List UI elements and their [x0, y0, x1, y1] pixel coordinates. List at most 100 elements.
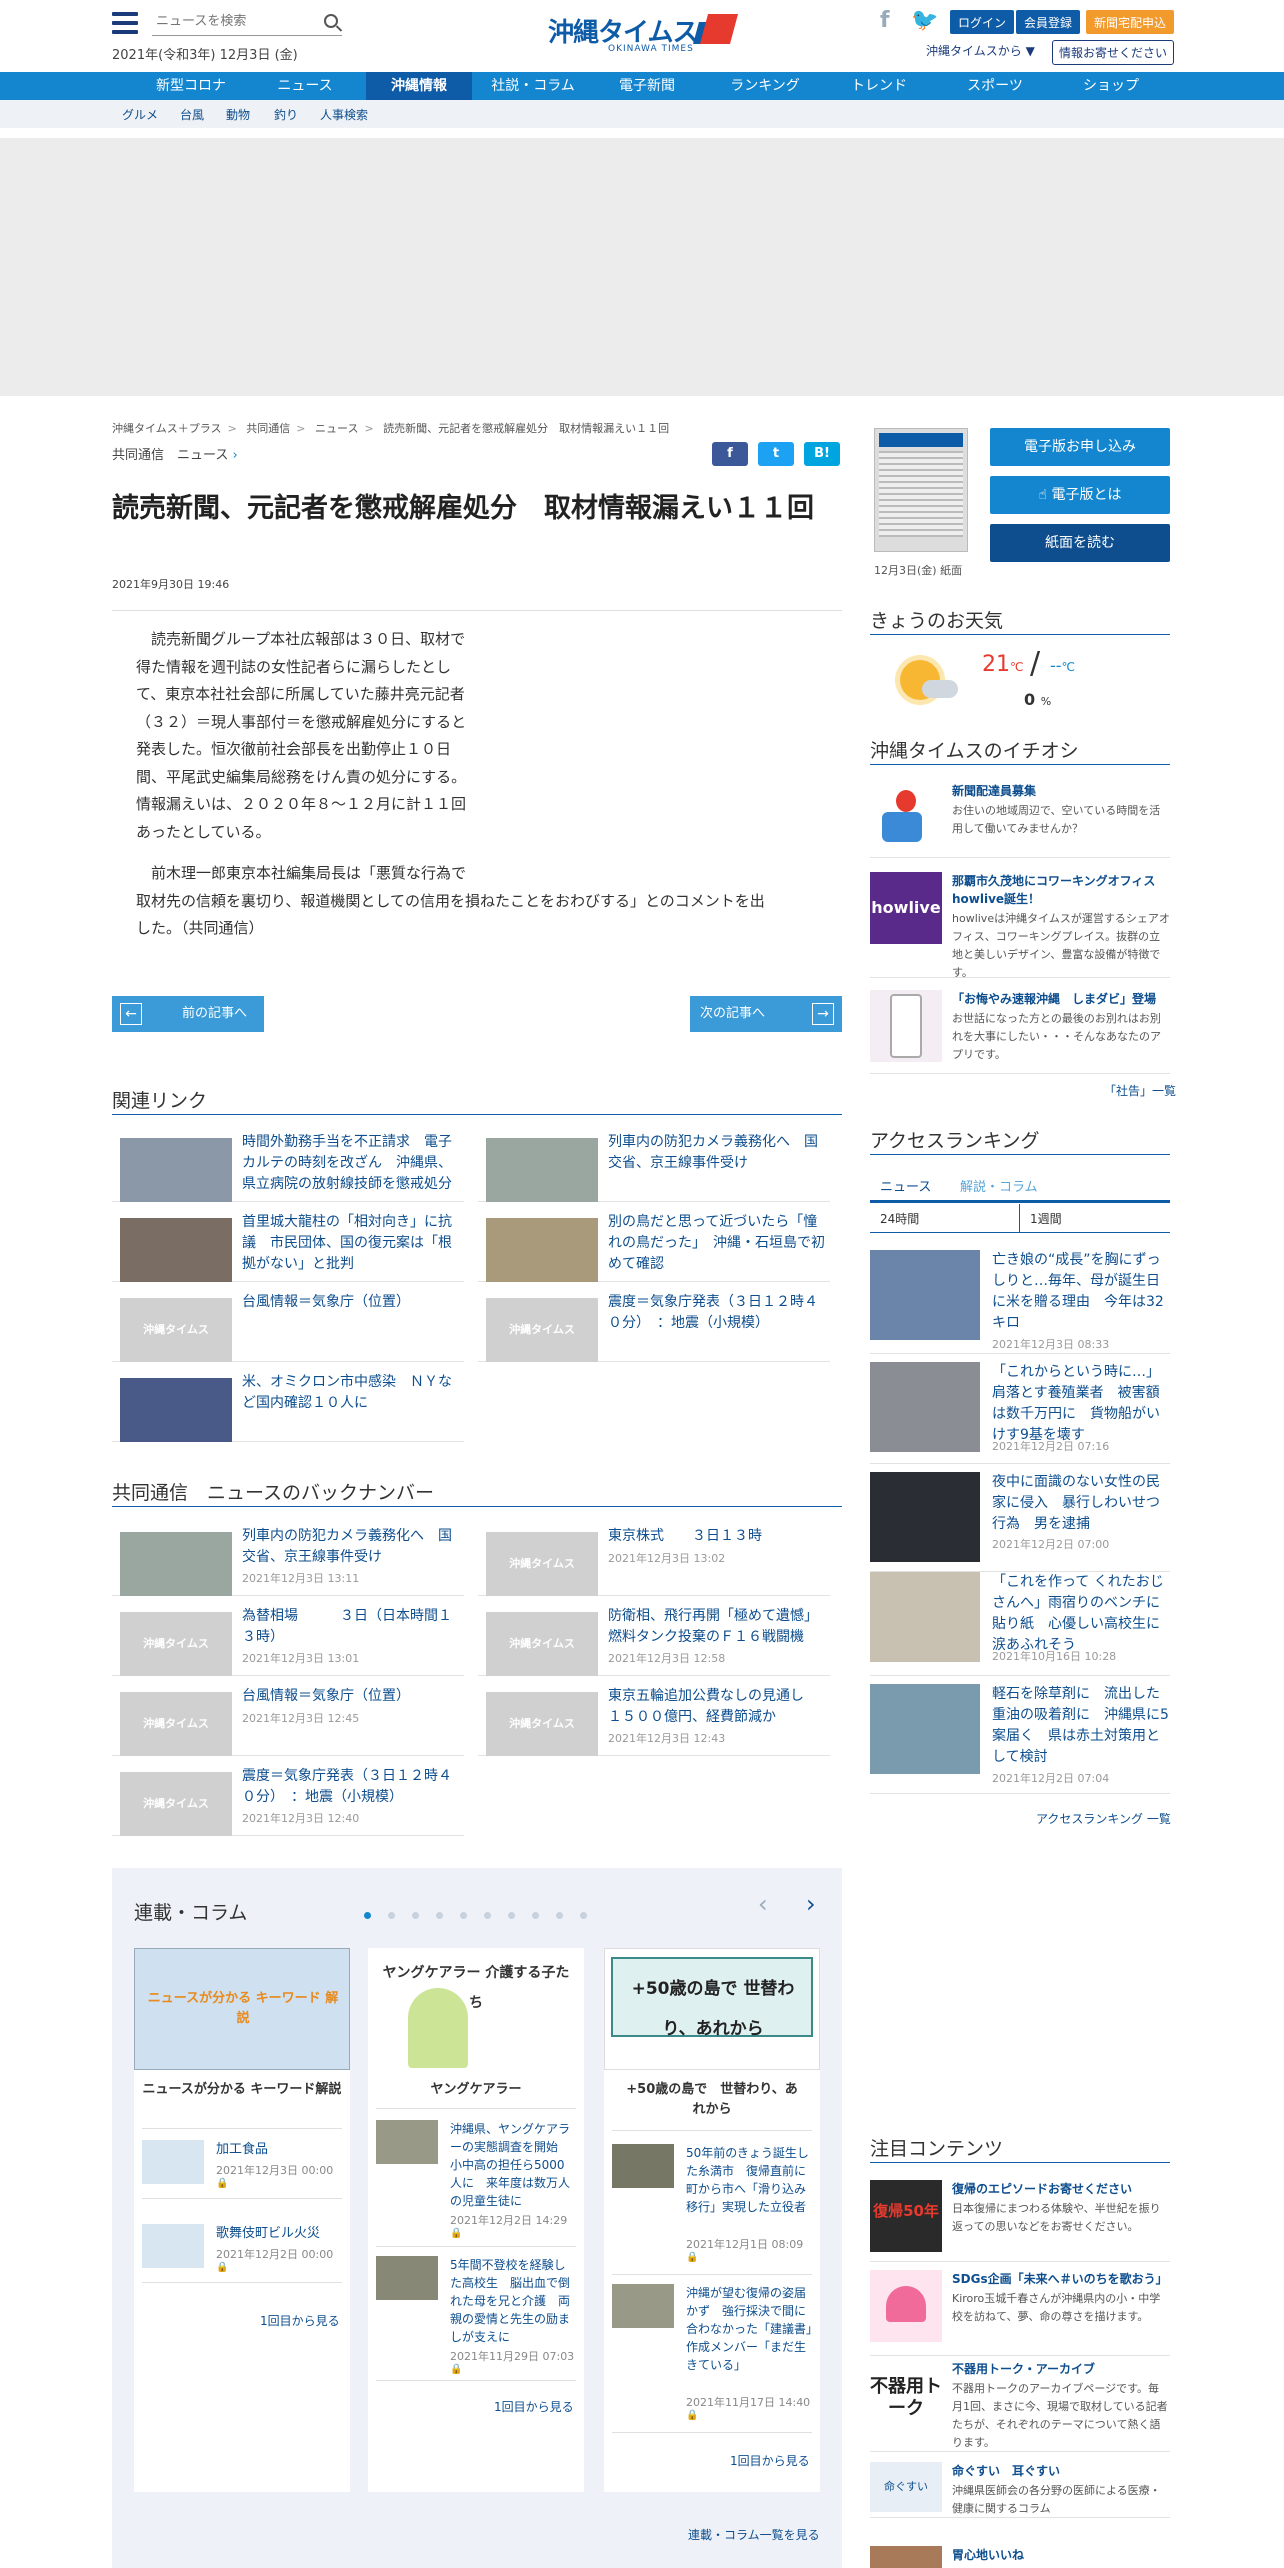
- nav-item-sports[interactable]: スポーツ: [942, 72, 1048, 100]
- tab-1week[interactable]: 1週間: [1020, 1204, 1170, 1232]
- nav-item-editorial[interactable]: 社説・コラム: [480, 72, 586, 100]
- subnav-item-gourmet[interactable]: グルメ: [122, 106, 158, 123]
- nav-item-epaper[interactable]: 電子新聞: [594, 72, 700, 100]
- related-item[interactable]: 米、オミクロン市中感染 ＮＹなど国内確認１０人に: [112, 1370, 464, 1442]
- ranking-list-link[interactable]: アクセスランキング 一覧: [1036, 1810, 1171, 1827]
- twitter-icon[interactable]: 🐦: [911, 8, 938, 33]
- twitter-share-button[interactable]: t: [758, 442, 794, 466]
- next-article-button[interactable]: 次の記事へ →: [690, 996, 842, 1032]
- pick-item[interactable]: 「お悔やみ速報沖縄 しまダビ」登場 お世話になった方との最後のお別れはお別れを大事…: [870, 990, 1170, 1074]
- series-card[interactable]: ヤングケアラー 介護する子たち ヤングケアラー 沖縄県、ヤングケアラーの実態調査…: [368, 1948, 584, 2492]
- related-item[interactable]: 首里城大龍柱の「相対向き」に抗議 市民団体、国の復元案は「根拠がない」と批判: [112, 1210, 464, 1282]
- nav-item-okinawa[interactable]: 沖縄情報: [366, 72, 472, 100]
- site-header: 2021年(令和3年) 12月3日 (金) 沖縄タイムス OKINAWA TIM…: [0, 0, 1284, 72]
- backnumber-item[interactable]: 沖縄タイムス 台風情報＝気象庁（位置） 2021年12月3日 12:45: [112, 1684, 464, 1756]
- thumbnail: [870, 2546, 942, 2568]
- carousel-dot[interactable]: [508, 1912, 515, 1919]
- backnumber-item[interactable]: 沖縄タイムス 震度＝気象庁発表（３日１２時４０分） ：地震（小規模） 2021年12…: [112, 1764, 464, 1836]
- article-category[interactable]: 共同通信 ニュース ›: [112, 444, 238, 463]
- hatena-share-button[interactable]: B!: [804, 442, 840, 466]
- ranking-title: アクセスランキング: [870, 1130, 1040, 1152]
- ranking-item[interactable]: 亡き娘の“成長”を胸にずっしりと…毎年、母が誕生日に米を贈る理由 今年は32キロ…: [870, 1250, 1170, 1354]
- site-logo[interactable]: 沖縄タイムス OKINAWA TIMES: [548, 12, 739, 58]
- series-more-link[interactable]: 1回目から見る: [494, 2398, 574, 2415]
- app-screenshot: [870, 990, 942, 1062]
- epaper-about-button[interactable]: ☝ 電子版とは: [990, 476, 1170, 514]
- delivery-button[interactable]: 新聞宅配申込: [1086, 10, 1175, 34]
- nav-item-news[interactable]: ニュース: [252, 72, 358, 100]
- thumbnail: [120, 1532, 232, 1596]
- carousel-dot[interactable]: [388, 1912, 395, 1919]
- backnumber-item[interactable]: 沖縄タイムス 為替相場 ３日（日本時間１３時） 2021年12月3日 13:01: [112, 1604, 464, 1676]
- nav-item-trend[interactable]: トレンド: [826, 72, 932, 100]
- facebook-icon[interactable]: f: [880, 8, 890, 33]
- epaper-apply-button[interactable]: 電子版お申し込み: [990, 428, 1170, 466]
- ranking-item[interactable]: 「これを作って くれたおじさんへ」雨宿りのベンチに貼り紙 心優しい高校生に涙あふ…: [870, 1572, 1170, 1676]
- related-item[interactable]: 沖縄タイムス 台風情報＝気象庁（位置）: [112, 1290, 464, 1362]
- tab-24h[interactable]: 24時間: [870, 1204, 1020, 1232]
- nav-item-ranking[interactable]: ランキング: [712, 72, 818, 100]
- series-card[interactable]: +50歳の島で 世替わり、あれから +50歳の島で 世替わり、あれから 50年前…: [604, 1948, 824, 2492]
- carousel-dot[interactable]: [364, 1912, 371, 1919]
- carousel-dot[interactable]: [460, 1912, 467, 1919]
- newspaper-thumbnail[interactable]: [874, 428, 968, 552]
- backnumber-item[interactable]: 沖縄タイムス 防衛相、飛行再開「極めて遺憾」燃料タンク投棄のＦ１６戦闘機 2021年…: [478, 1604, 830, 1676]
- nav-item-corona[interactable]: 新型コロナ: [138, 72, 244, 100]
- subnav-item-personnel[interactable]: 人事検索: [320, 106, 368, 123]
- chevron-right-icon[interactable]: ›: [806, 1890, 816, 1918]
- read-paper-button[interactable]: 紙面を読む: [990, 524, 1170, 562]
- subnav-item-animals[interactable]: 動物: [226, 106, 250, 123]
- tab-news[interactable]: ニュース: [880, 1176, 931, 1195]
- illustration: [408, 1988, 468, 2068]
- backnumber-item[interactable]: 沖縄タイムス 東京五輪追加公費なしの見通し １５００億円、経費節減か 2021年12…: [478, 1684, 830, 1756]
- featured-item[interactable]: 胃心地いいね: [870, 2546, 1170, 2568]
- featured-item[interactable]: 命ぐすい 命ぐすい 耳ぐすい 沖縄県医師会の各分野の医師による医療・健康に関するコラ…: [870, 2462, 1170, 2518]
- chevron-left-icon[interactable]: ‹: [758, 1890, 768, 1918]
- backnumber-item[interactable]: 列車内の防犯カメラ義務化へ 国交省、京王線事件受け 2021年12月3日 13:1…: [112, 1524, 464, 1596]
- login-button[interactable]: ログイン: [950, 10, 1015, 34]
- register-button[interactable]: 会員登録: [1016, 10, 1081, 34]
- carousel-dot[interactable]: [580, 1912, 587, 1919]
- related-item[interactable]: 沖縄タイムス 震度＝気象庁発表（３日１２時４０分） ：地震（小規模）: [478, 1290, 830, 1362]
- featured-item[interactable]: 不器用トーク 不器用トーク・アーカイブ 不器用トークのアーカイブページです。毎月1回…: [870, 2360, 1170, 2452]
- carousel-dot[interactable]: [556, 1912, 563, 1919]
- featured-item[interactable]: 復帰50年 復帰のエピソードお寄せください 日本復帰にまつわる体験や、半世紀を振り返…: [870, 2180, 1170, 2262]
- tab-column[interactable]: 解説・コラム: [960, 1176, 1038, 1195]
- breadcrumb-home[interactable]: 沖縄タイムス＋プラス: [112, 422, 222, 435]
- series-card[interactable]: ニュースが分かる キーワード 解説 ニュースが分かる キーワード解説 加工食品 2…: [134, 1948, 350, 2492]
- backnumber-item[interactable]: 沖縄タイムス 東京株式 ３日１３時 2021年12月3日 13:02: [478, 1524, 830, 1596]
- prev-article-button[interactable]: ← 前の記事へ: [112, 996, 264, 1032]
- breadcrumb-news[interactable]: ニュース: [315, 422, 358, 435]
- subnav-item-typhoon[interactable]: 台風: [180, 106, 204, 123]
- series-more-link[interactable]: 1回目から見る: [260, 2312, 340, 2329]
- pick-item[interactable]: 新聞配達員募集 お住いの地域周辺で、空いている時間を活用して働いてみませんか？: [870, 782, 1170, 858]
- related-item[interactable]: 別の鳥だと思って近づいたら「憧れの鳥だった」 沖縄・石垣島で初めて確認: [478, 1210, 830, 1282]
- pick-item[interactable]: howlive 那覇市久茂地にコワーキングオフィスhowlive誕生！ howliv…: [870, 872, 1170, 979]
- carousel-dot[interactable]: [436, 1912, 443, 1919]
- series-all-link[interactable]: 連載・コラム一覧を見る: [688, 2526, 820, 2543]
- related-item[interactable]: 時間外勤務手当を不正請求 電子カルテの時刻を改ざん 沖縄県、県立病院の放射線技師…: [112, 1130, 464, 1202]
- carousel-dot[interactable]: [532, 1912, 539, 1919]
- facebook-share-button[interactable]: f: [712, 442, 748, 466]
- featured-item[interactable]: SDGs企画「未来へ＃いのちを歌おう」 Kiroro玉城千春さんが沖縄県内の小・中…: [870, 2270, 1170, 2356]
- subnav-item-fishing[interactable]: 釣り: [274, 106, 298, 123]
- carousel-dot[interactable]: [484, 1912, 491, 1919]
- editorial-list-link[interactable]: 「社告」一覧: [1104, 1082, 1176, 1099]
- series-more-link[interactable]: 1回目から見る: [730, 2452, 810, 2469]
- info-button[interactable]: 情報お寄せください: [1052, 40, 1175, 65]
- ranking-item[interactable]: 夜中に面識のない女性の民家に侵入 暴行しわいせつ行為 男を逮捕 2021年12月2…: [870, 1472, 1170, 1572]
- menu-icon[interactable]: [112, 12, 138, 34]
- placeholder-thumbnail: 沖縄タイムス: [120, 1692, 232, 1756]
- search-input[interactable]: [152, 10, 312, 33]
- region-select[interactable]: 沖縄タイムスから ▼: [926, 42, 1035, 59]
- ad-banner[interactable]: [0, 138, 1284, 396]
- nav-item-shop[interactable]: ショップ: [1058, 72, 1164, 100]
- carousel-dot[interactable]: [412, 1912, 419, 1919]
- ranking-item[interactable]: 「これからという時に…」肩落とす養殖業者 被害額は数千万円に 貨物船がいけす9基…: [870, 1362, 1170, 1464]
- related-item[interactable]: 列車内の防犯カメラ義務化へ 国交省、京王線事件受け: [478, 1130, 830, 1202]
- thumbnail: [870, 1684, 980, 1774]
- search-icon[interactable]: [324, 14, 338, 28]
- article-date: 2021年9月30日 19:46: [112, 578, 230, 591]
- ranking-item[interactable]: 軽石を除草剤に 流出した重油の吸着剤に 沖縄県に5案届く 県は赤土対策用として検…: [870, 1684, 1170, 1794]
- breadcrumb-kyodo[interactable]: 共同通信: [246, 422, 290, 435]
